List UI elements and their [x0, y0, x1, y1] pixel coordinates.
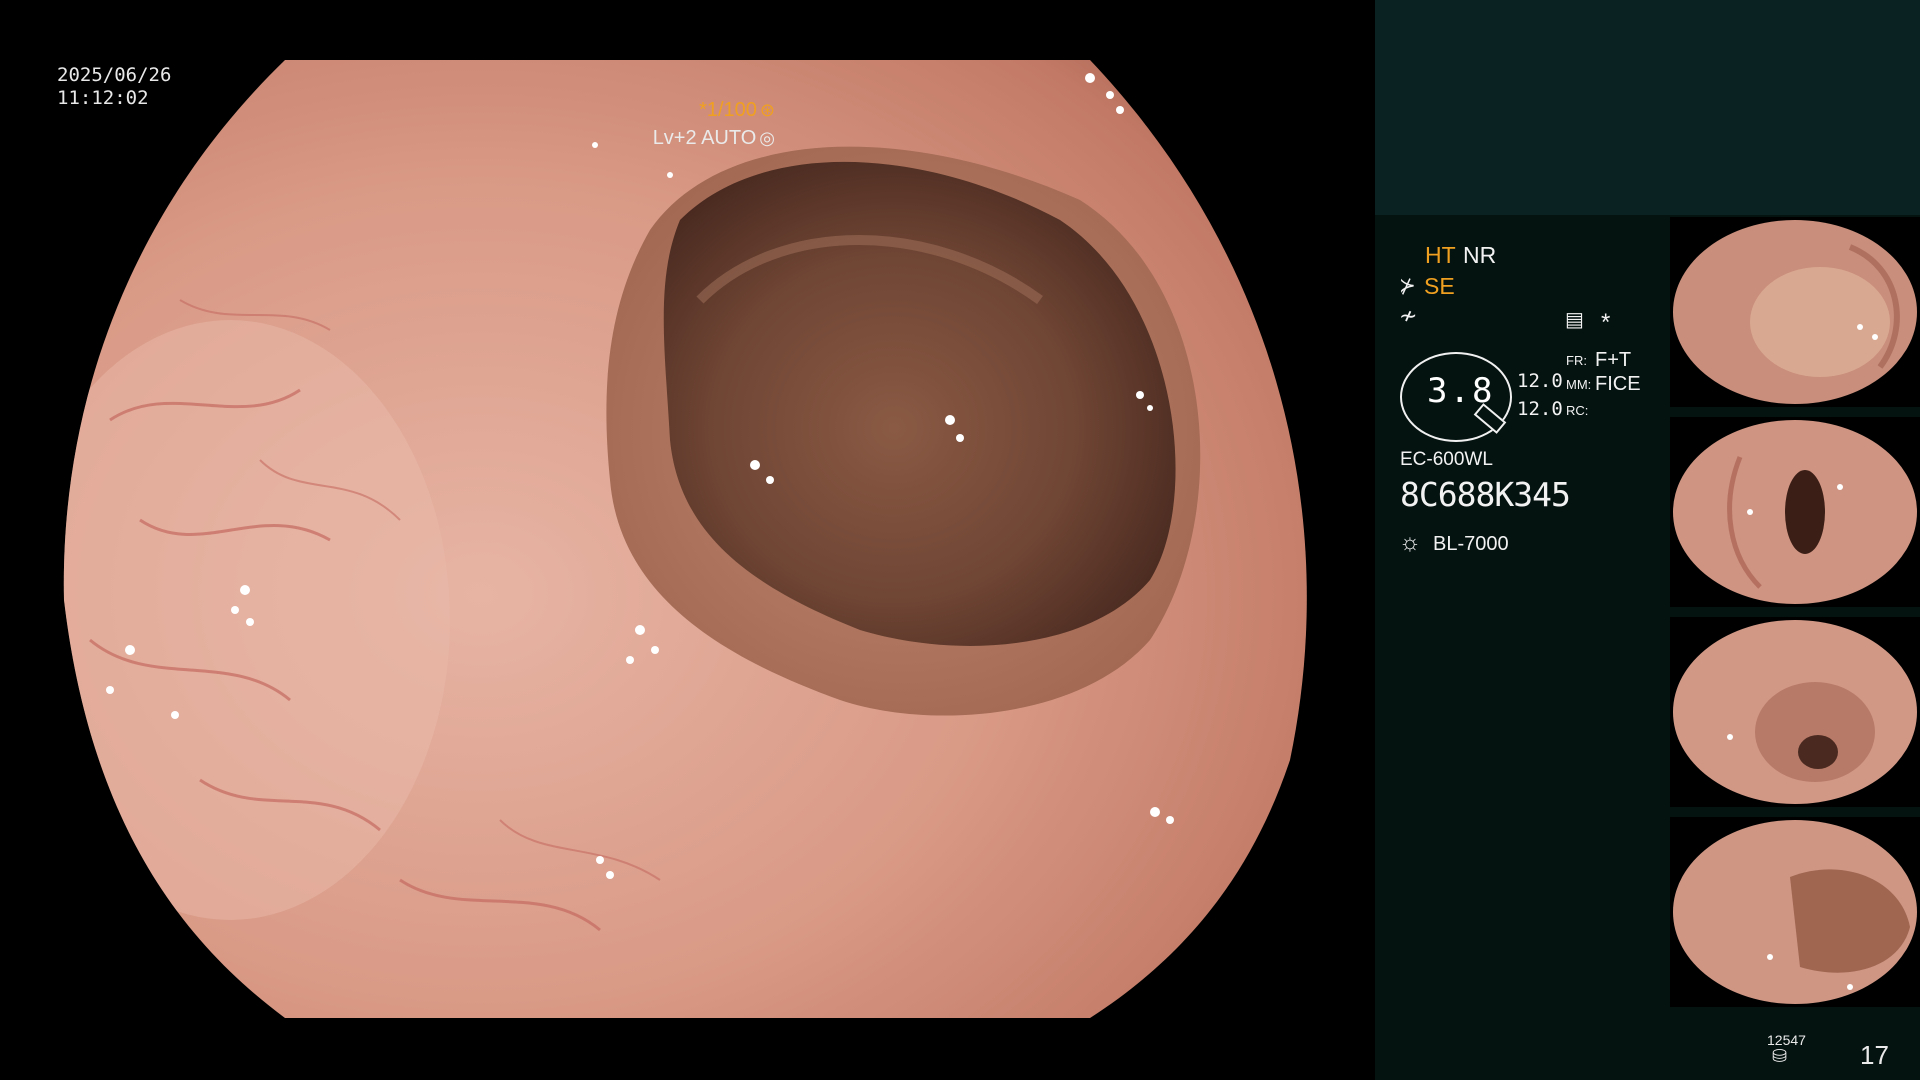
zoom-val-2: 12.0	[1517, 398, 1563, 420]
endoscope-view: 2025/06/26 11:12:02 *1/100 ⊛ Lv+2 AUTO ◎	[0, 0, 1375, 1080]
exposure-mode: AUTO	[701, 127, 757, 149]
iris-icon: ◎	[759, 128, 775, 148]
rc-label: RC:	[1566, 403, 1589, 418]
sidebar-header	[1375, 0, 1920, 215]
light-source: BL-7000	[1433, 533, 1509, 555]
menu-icon: ▤	[1565, 309, 1584, 331]
storage-icon: ⛁	[1772, 1046, 1788, 1066]
nr-indicator: NR	[1463, 242, 1497, 268]
mm-value: FICE	[1595, 373, 1641, 395]
shutter-speed: *1/100	[699, 99, 757, 121]
scope-info-panel: HT NR ⊁ SE ≁ ▤ * 3.8 12.0 12.0 FR: F+T M…	[1375, 215, 1670, 1080]
color-mode-icon: ≁	[1399, 303, 1418, 328]
thumbnail-3[interactable]	[1670, 617, 1920, 807]
image-count: 17	[1860, 1040, 1889, 1070]
scope-model: EC-600WL	[1400, 449, 1493, 470]
thumbnail-4-image	[1673, 820, 1917, 1004]
exposure-level: Lv+2	[652, 127, 697, 149]
thumbnail-2-image	[1673, 420, 1917, 604]
zoom-val-1: 12.0	[1517, 370, 1563, 392]
ht-indicator: HT	[1425, 242, 1456, 268]
exposure-indicator: Lv+2 AUTO ◎	[653, 127, 775, 150]
shutter-icon: ⊛	[759, 100, 775, 120]
se-indicator: SE	[1424, 273, 1455, 299]
thumbnail-3-image	[1673, 620, 1917, 804]
light-source-icon: ☼	[1399, 529, 1421, 556]
exam-datetime: 2025/06/26 11:12:02	[57, 64, 171, 110]
endoscope-image	[63, 60, 1307, 1018]
thumbnail-4[interactable]	[1670, 817, 1920, 1007]
zoom-value: 3.8	[1427, 371, 1495, 411]
thumbnail-1[interactable]	[1670, 217, 1920, 407]
exam-time: 11:12:02	[57, 87, 149, 109]
status-sidebar: HT NR ⊁ SE ≁ ▤ * 3.8 12.0 12.0 FR: F+T M…	[1375, 0, 1920, 1080]
scope-serial: 8C688K345	[1400, 475, 1571, 514]
structure-enhance-icon: ⊁	[1399, 275, 1416, 297]
exam-date: 2025/06/26	[57, 64, 172, 86]
thumbnail-1-image	[1673, 220, 1917, 404]
asterisk-indicator: *	[1601, 309, 1611, 336]
fr-label: FR:	[1566, 353, 1587, 368]
mm-label: MM:	[1566, 377, 1592, 392]
shutter-indicator: *1/100 ⊛	[699, 99, 775, 122]
fr-value: F+T	[1595, 349, 1632, 371]
capture-thumbnails	[1670, 215, 1920, 1015]
thumbnail-2[interactable]	[1670, 417, 1920, 607]
